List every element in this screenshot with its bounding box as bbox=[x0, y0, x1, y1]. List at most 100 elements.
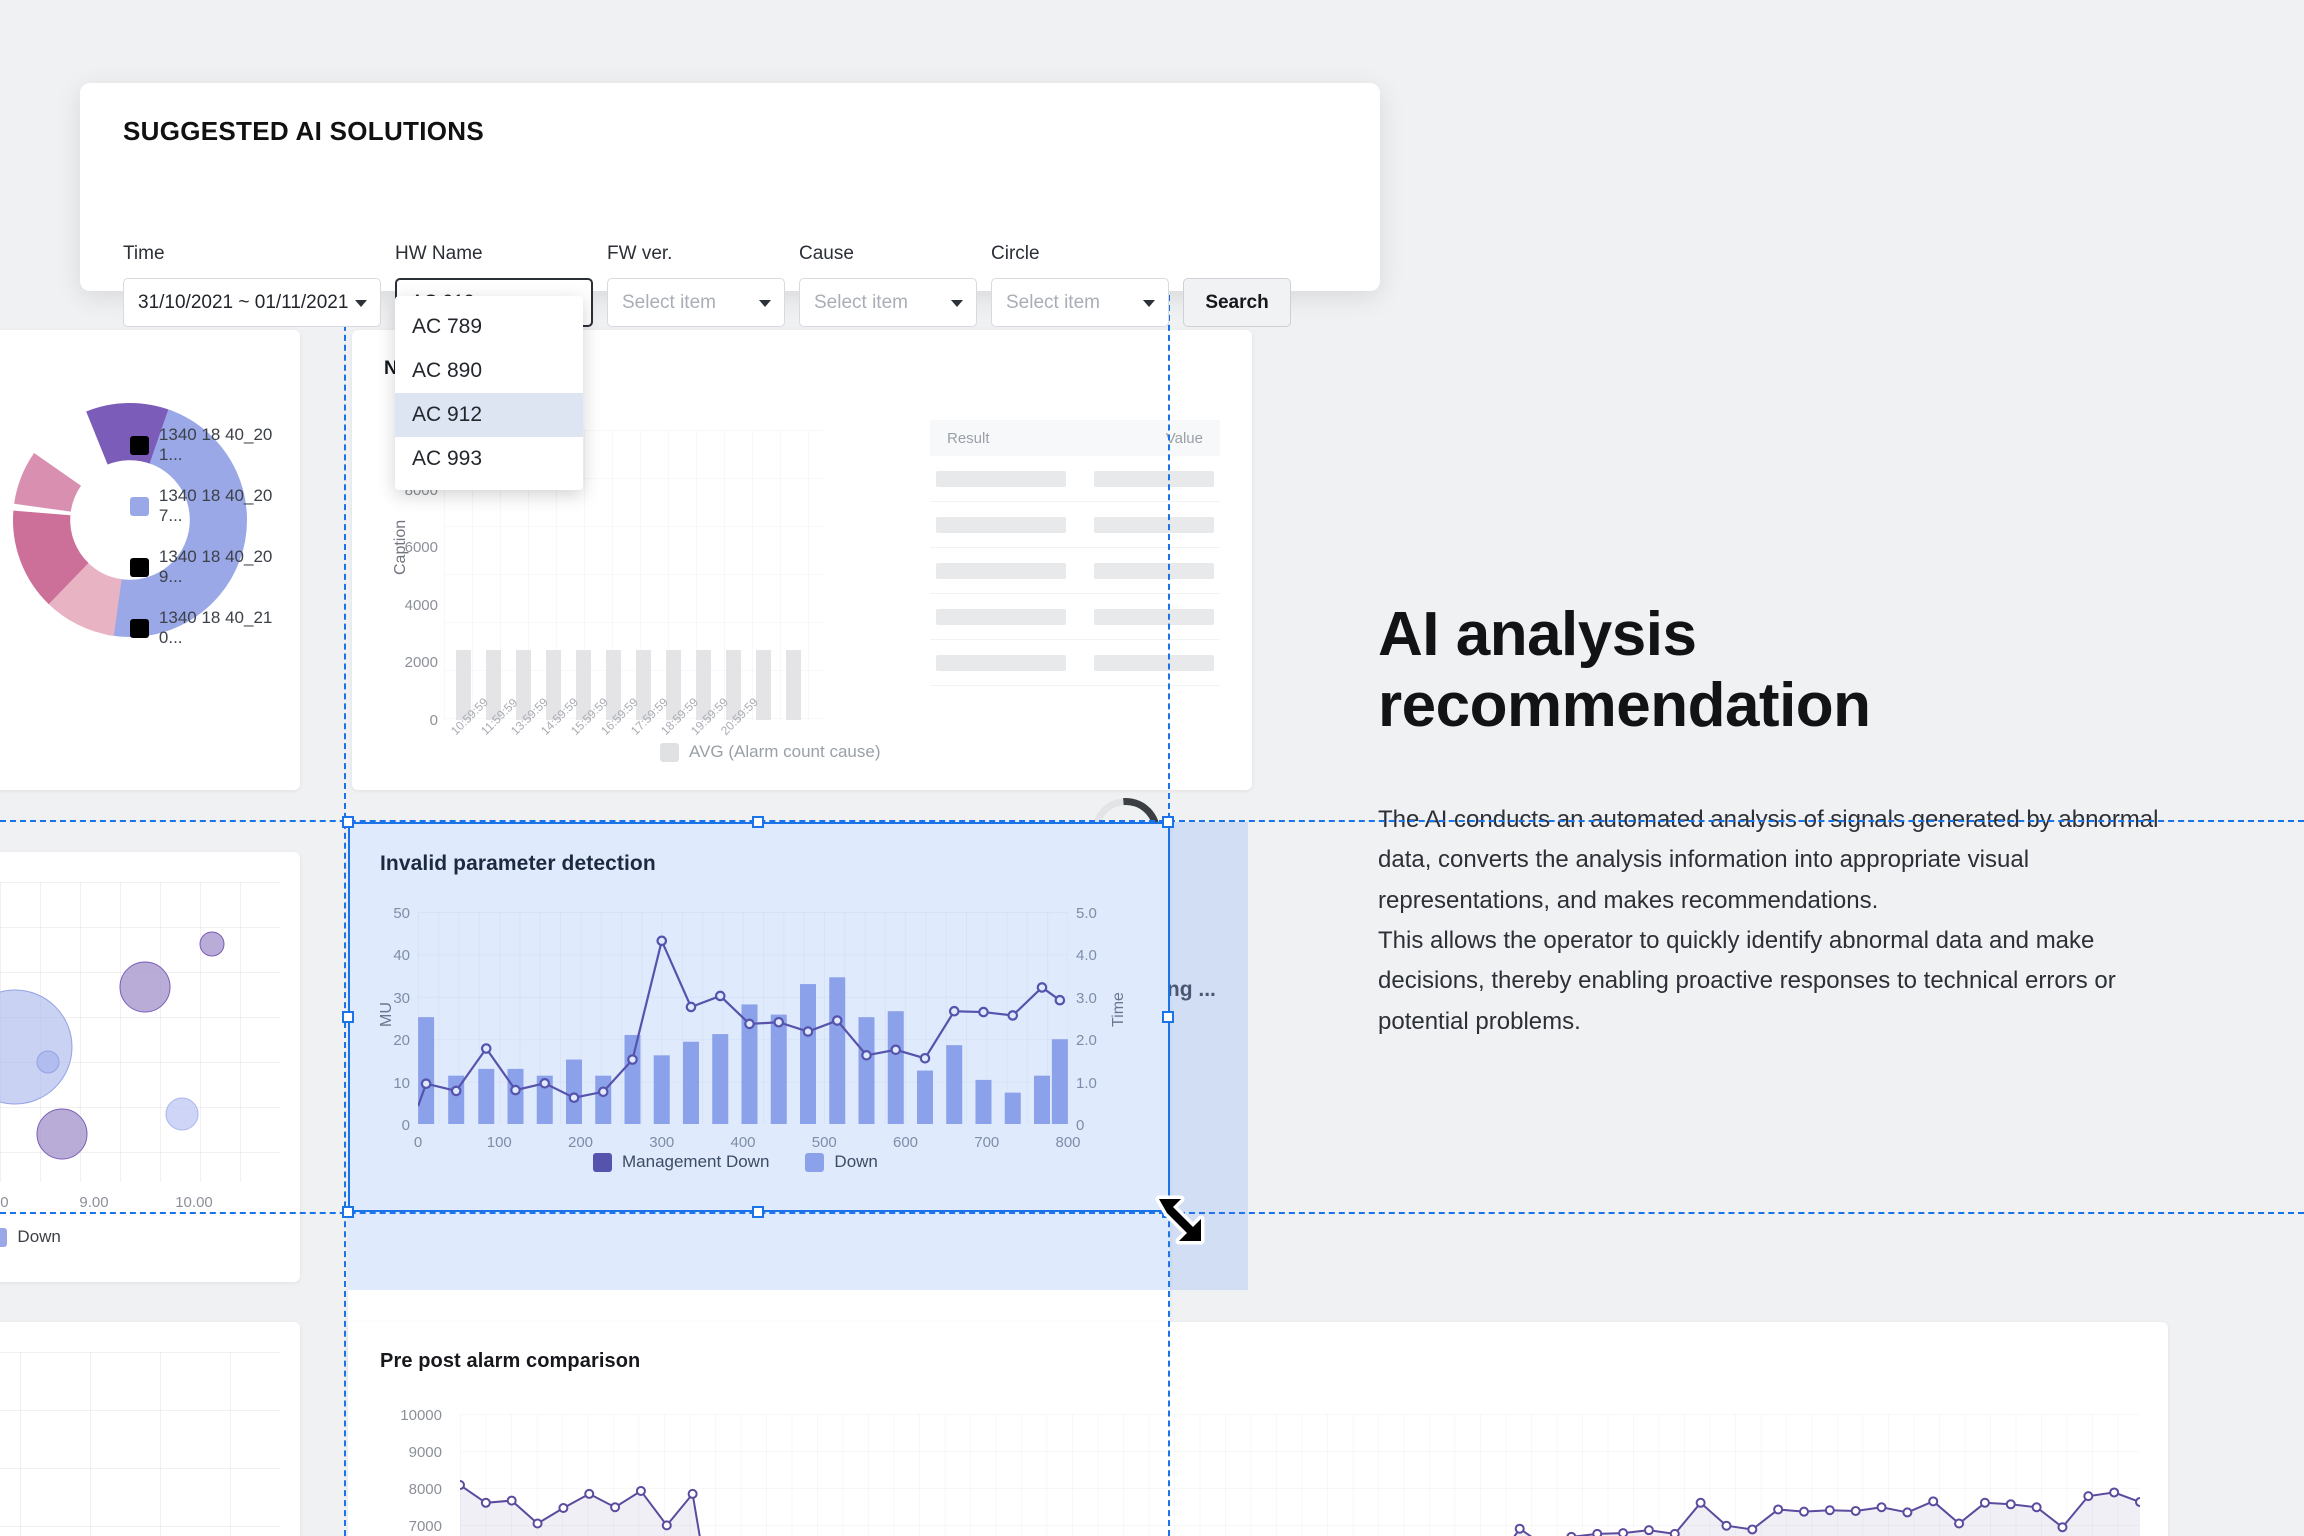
filter-group-circle: Circle Select item bbox=[991, 243, 1169, 327]
resize-handle-bottom-left[interactable] bbox=[342, 1206, 354, 1218]
invalid-x-tick: 700 bbox=[974, 1134, 1000, 1151]
resize-handle-top-right[interactable] bbox=[1162, 816, 1174, 828]
pre-post-line-marker bbox=[1643, 1525, 1654, 1536]
column-header-result: Result bbox=[947, 429, 990, 447]
legend-swatch-icon bbox=[660, 742, 679, 762]
table-row bbox=[930, 548, 1220, 594]
bubble-chart bbox=[0, 931, 225, 1160]
table-cell-skeleton bbox=[1094, 562, 1214, 579]
filter-label-circle: Circle bbox=[991, 243, 1040, 264]
table-cell-skeleton bbox=[936, 654, 1066, 671]
pre-post-line-marker bbox=[1514, 1523, 1525, 1534]
hw-name-dropdown-list[interactable]: AC 789 AC 890 AC 912 AC 993 bbox=[395, 296, 583, 490]
legend-swatch-icon bbox=[130, 435, 149, 455]
invalid-line-marker bbox=[890, 1044, 902, 1056]
filter-panel: SUGGESTED AI SOLUTIONS Time 31/10/2021 ~… bbox=[80, 83, 1380, 490]
legend-item: 1340 18 40_20 9... bbox=[130, 547, 300, 587]
resize-handle-bottom-center[interactable] bbox=[752, 1206, 764, 1218]
box-plot-chart bbox=[0, 1352, 280, 1536]
column-header-value: Value bbox=[1165, 429, 1203, 447]
pre-post-line-marker bbox=[2135, 1497, 2140, 1508]
pre-post-plot-area bbox=[460, 1414, 2140, 1536]
legend-swatch-icon bbox=[593, 1152, 612, 1172]
resize-handle-middle-left[interactable] bbox=[342, 1011, 354, 1023]
invalid-bar bbox=[770, 1014, 787, 1124]
invalid-line-marker bbox=[568, 1092, 580, 1104]
resize-handle-top-center[interactable] bbox=[752, 816, 764, 828]
pre-post-line-marker bbox=[1979, 1497, 1990, 1508]
invalid-y-tick: 30 bbox=[393, 989, 410, 1007]
table-cell-skeleton bbox=[1094, 470, 1214, 487]
resize-handle-middle-right[interactable] bbox=[1162, 1011, 1174, 1023]
invalid-y2-tick: 2.0 bbox=[1076, 1032, 1097, 1050]
pre-post-line-marker bbox=[1902, 1507, 1913, 1518]
hw-option-ac-789[interactable]: AC 789 bbox=[395, 305, 583, 349]
legend-item: 1340 18 40_21 0... bbox=[130, 608, 300, 648]
invalid-y2-tick: 4.0 bbox=[1076, 947, 1097, 965]
headline-line-1: AI analysis bbox=[1378, 600, 1697, 669]
invalid-line-marker bbox=[597, 1086, 609, 1098]
pre-post-line-marker bbox=[2083, 1491, 2094, 1502]
invalid-line-marker bbox=[1007, 1010, 1019, 1021]
nbr-y-tick: 2000 bbox=[404, 654, 438, 671]
pre-post-line-marker bbox=[1669, 1528, 1680, 1536]
table-cell-skeleton bbox=[1094, 654, 1214, 671]
nbr-legend: AVG (Alarm count cause) bbox=[660, 742, 880, 762]
pre-post-line-marker bbox=[506, 1495, 517, 1506]
filter-group-fw-ver: FW ver. Select item bbox=[607, 243, 785, 327]
filter-label-fw-ver: FW ver. bbox=[607, 243, 673, 264]
fw-ver-select[interactable]: Select item bbox=[607, 278, 785, 327]
invalid-line-marker bbox=[480, 1043, 492, 1054]
resize-handle-top-left[interactable] bbox=[342, 816, 354, 828]
hw-option-ac-993[interactable]: AC 993 bbox=[395, 437, 583, 481]
dashboard-root: 1340 18 40_20 1... 1340 18 40_20 7... 13… bbox=[0, 0, 2304, 1536]
filter-group-cause: Cause Select item bbox=[799, 243, 977, 327]
invalid-y-tick: 40 bbox=[393, 947, 410, 965]
pre-post-line-marker bbox=[1747, 1524, 1758, 1535]
invalid-bar bbox=[507, 1068, 524, 1124]
pre-post-card-title: Pre post alarm comparison bbox=[380, 1350, 641, 1372]
invalid-bar bbox=[917, 1070, 933, 1124]
bubble-x-tick: 9.00 bbox=[79, 1194, 109, 1211]
legend-label: 1340 18 40_20 9... bbox=[158, 547, 273, 586]
legend-label: AVG (Alarm count cause) bbox=[689, 742, 881, 761]
legend-swatch-icon bbox=[0, 1227, 8, 1247]
time-range-select[interactable]: 31/10/2021 ~ 01/11/2021 bbox=[123, 278, 381, 327]
panel-heading: SUGGESTED AI SOLUTIONS bbox=[123, 116, 485, 146]
circle-select[interactable]: Select item bbox=[991, 278, 1169, 327]
search-button[interactable]: Search bbox=[1183, 278, 1291, 327]
fw-ver-value: Select item bbox=[622, 291, 716, 313]
invalid-bar bbox=[858, 1017, 875, 1124]
pre-post-area-fill bbox=[460, 1485, 2140, 1536]
headline-line-2: recommendation bbox=[1378, 670, 1871, 740]
invalid-line-marker bbox=[1036, 982, 1048, 993]
cause-select[interactable]: Select item bbox=[799, 278, 977, 327]
pre-post-line-marker bbox=[661, 1520, 672, 1531]
hw-option-ac-912[interactable]: AC 912 bbox=[395, 393, 583, 437]
chevron-down-icon bbox=[759, 299, 771, 307]
invalid-y-tick: 20 bbox=[393, 1032, 410, 1050]
table-row bbox=[930, 456, 1220, 502]
pre-post-line-marker bbox=[2109, 1487, 2120, 1498]
invalid-bar bbox=[975, 1079, 992, 1124]
invalid-x-tick: 0 bbox=[413, 1134, 423, 1151]
legend-item: 1340 18 40_20 1... bbox=[130, 425, 300, 465]
filter-label-hw-name: HW Name bbox=[395, 243, 483, 264]
invalid-x-tick: 100 bbox=[486, 1134, 512, 1151]
hw-option-ac-890[interactable]: AC 890 bbox=[395, 349, 583, 393]
invalid-line-marker bbox=[861, 1050, 872, 1061]
description-paragraph: The AI conducts an automated analysis of… bbox=[1378, 806, 2159, 914]
invalid-bar bbox=[624, 1034, 641, 1124]
invalid-card-title: Invalid parameter detection bbox=[380, 852, 656, 875]
invalid-bar bbox=[1004, 1092, 1021, 1124]
invalid-line-marker bbox=[744, 1018, 755, 1030]
chevron-down-icon bbox=[951, 299, 963, 307]
box-plot-card bbox=[0, 1322, 300, 1536]
invalid-parameter-detection-card: Invalid parameter detection MU Time 50 40… bbox=[348, 822, 1170, 1382]
pre-post-line-marker bbox=[460, 1480, 465, 1491]
invalid-bar bbox=[418, 1017, 435, 1124]
pre-post-line-marker bbox=[1592, 1528, 1603, 1536]
table-row bbox=[930, 594, 1220, 640]
table-cell-skeleton bbox=[936, 608, 1066, 625]
legend-label: 1340 18 40_20 7... bbox=[158, 486, 273, 525]
